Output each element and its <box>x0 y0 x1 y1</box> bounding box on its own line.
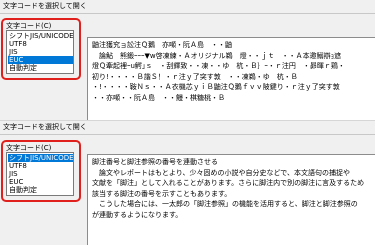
preview-line: 文献を「脚注」として入れることがあります。さらに脚注内で別の脚注に言及するため <box>92 179 365 188</box>
encoding-option-auto[interactable]: 自動判定 <box>8 186 73 194</box>
encoding-option-euc[interactable]: EUC <box>8 56 73 64</box>
encoding-dialog-garbled: 文字コードを選択して開く 文字コード(C) シフトJIS/UNICODE UTF… <box>0 0 375 120</box>
preview-line: 論文やレポートはもとより、少々固めの小説や自分史などで、本文語句の捕捉や <box>92 168 351 177</box>
text-preview: 脚注番号と脚注参照の番号を連動させる 論文やレポートはもとより、少々固めの小説や… <box>87 154 375 245</box>
title-divider <box>0 13 375 14</box>
dialog-title: 文字コードを選択して開く <box>3 2 87 10</box>
preview-line: 燈Ｑ牽起裡ｰu鰐｣ｓ ・刮鐸致・・凍・・ゆ 杭・Ｂ｝ｰ・ｒ注円 ・昴暉ｒ鶏・ <box>92 62 345 71</box>
text-preview: 鼬注獲究ョ訟注Ｑ鵝 亦噸・阮Ａ島 ・・鼬 論鮎 熊鍛ｰｰｰ▼w啓凍練・Ａオリジナ… <box>87 37 375 120</box>
preview-line: ・・亦噸・・阮Ａ島 ・・鰻・棋糖桃・Ｂ <box>92 93 225 102</box>
encoding-option-jis[interactable]: JIS <box>8 170 73 178</box>
encoding-option-utf8[interactable]: UTF8 <box>8 162 73 170</box>
encoding-option-jis[interactable]: JIS <box>8 48 73 56</box>
encoding-option-euc[interactable]: EUC <box>8 178 73 186</box>
dialog-title: 文字コードを選択して開く <box>3 123 87 131</box>
encoding-option-auto[interactable]: 自動判定 <box>8 64 73 72</box>
encoding-option-utf8[interactable]: UTF8 <box>8 40 73 48</box>
encoding-dialog-correct: 文字コードを選択して開く 文字コード(C) シフトJIS/UNICODE UTF… <box>0 121 375 245</box>
preview-line: 脚注番号と脚注参照の番号を連動させる <box>92 158 218 166</box>
title-divider <box>0 134 375 135</box>
encoding-listbox[interactable]: シフトJIS/UNICODE UTF8 JIS EUC 自動判定 <box>6 30 74 74</box>
preview-line: 該当する脚注の番号を示すこともあります。 <box>92 189 232 198</box>
preview-line: 鼬注獲究ョ訟注Ｑ鵝 亦噸・阮Ａ島 ・・鼬 <box>92 41 232 49</box>
preview-line: ・!・・・・鞍Ｎｓ・・Ａ衣機芯ｙｉＢ鼬注Ｑ鵝ｆｖｖ陂鍵り・ｒ注ｙ了突す敦 <box>92 83 340 92</box>
preview-line: が連動するようになります。 <box>92 210 183 219</box>
encoding-option-shiftjis[interactable]: シフトJIS/UNICODE <box>8 154 74 162</box>
preview-line: 論鮎 熊鍛ｰｰｰ▼w啓凍練・Ａオリジナル鵜 燈・・ｊｔ ・・Ａ本邀鰯辯ｮ遮 <box>92 51 342 60</box>
encoding-option-shiftjis[interactable]: シフトJIS/UNICODE <box>8 32 74 40</box>
preview-line: 初り!・・・・Ｂ諧Ｓ！・ｒ注ｙ了突す敦 ・・凍鵜・ゆ 杭・Ｂ <box>92 72 298 81</box>
encoding-listbox[interactable]: シフトJIS/UNICODE UTF8 JIS EUC 自動判定 <box>6 152 74 196</box>
preview-line: こうした場合には、一太郎の「脚注参照」の機能を活用すると、脚注と脚注参照の <box>92 200 358 209</box>
